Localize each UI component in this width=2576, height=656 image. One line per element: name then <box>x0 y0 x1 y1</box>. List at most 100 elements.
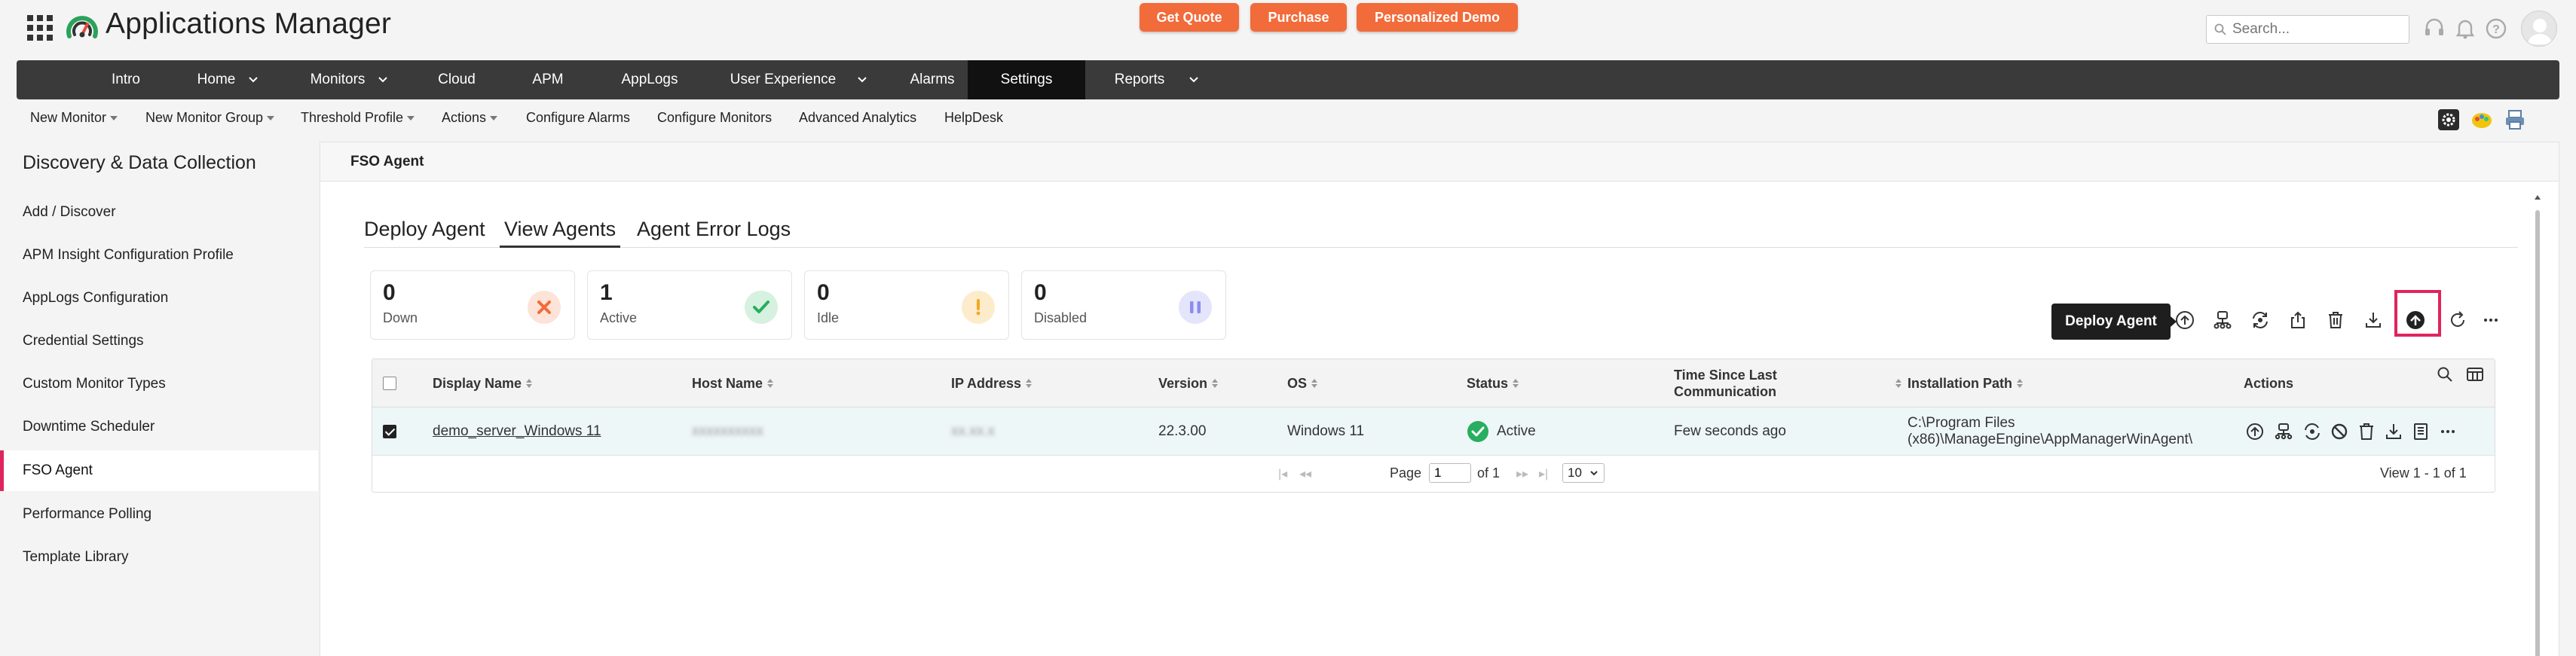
row-more-icon[interactable] <box>2436 420 2460 444</box>
subnav-configure-monitors[interactable]: Configure Monitors <box>657 110 772 126</box>
col-installation-path[interactable]: Installation Path <box>1908 359 2024 407</box>
tab-view-agents[interactable]: View Agents <box>500 218 620 248</box>
nav-apm[interactable]: APM <box>499 60 597 99</box>
col-ip-address[interactable]: IP Address <box>951 359 1033 407</box>
col-time-since-last-communication[interactable]: Time Since Last Communication <box>1674 359 1777 407</box>
table-row[interactable]: demo_server_Windows 11 xxxxxxxxxx xx.xx.… <box>372 407 2495 456</box>
sidebar: Discovery & Data Collection Add / Discov… <box>0 136 318 656</box>
row-upgrade-icon[interactable] <box>2243 420 2267 444</box>
sidebar-item-performance-polling[interactable]: Performance Polling <box>0 494 318 535</box>
path-line: (x86)\ManageEngine\AppManagerWinAgent\ <box>1908 432 2193 447</box>
row-restart-icon[interactable] <box>2300 420 2324 444</box>
page-size-select[interactable]: 10 <box>1562 463 1605 483</box>
col-version[interactable]: Version <box>1158 359 1219 407</box>
settings-gear-icon[interactable] <box>2437 108 2460 131</box>
chevron-down-icon[interactable] <box>1186 72 1201 87</box>
sidebar-item-add-discover[interactable]: Add / Discover <box>0 192 318 233</box>
page-size-value: 10 <box>1568 465 1582 480</box>
col-host-name[interactable]: Host Name <box>692 359 774 407</box>
scroll-up-icon[interactable] <box>2534 194 2541 201</box>
personalized-demo-button[interactable]: Personalized Demo <box>1357 3 1518 32</box>
nav-reports[interactable]: Reports <box>1087 60 1192 99</box>
stat-card-down[interactable]: 0 Down <box>370 270 575 340</box>
get-quote-button[interactable]: Get Quote <box>1140 3 1239 32</box>
column-header-label: IP Address <box>951 375 1022 391</box>
col-status[interactable]: Status <box>1467 359 1519 407</box>
deploy-agent-upload-icon[interactable] <box>2402 307 2429 334</box>
row-checkbox-cell <box>383 407 396 456</box>
sidebar-item-downtime-scheduler[interactable]: Downtime Scheduler <box>0 407 318 447</box>
table-search-icon[interactable] <box>2436 365 2454 383</box>
subnav-helpdesk[interactable]: HelpDesk <box>944 110 1003 126</box>
last-page-icon[interactable]: ▸| <box>1539 466 1548 481</box>
subnav-actions[interactable]: Actions <box>442 110 498 126</box>
select-all-checkbox-cell <box>383 359 396 407</box>
nav-cloud[interactable]: Cloud <box>411 60 502 99</box>
chevron-down-icon[interactable] <box>855 72 870 87</box>
chevron-down-icon[interactable] <box>246 72 261 87</box>
apps-grid-icon[interactable] <box>27 15 53 41</box>
row-disable-icon[interactable] <box>2327 420 2351 444</box>
user-icon <box>2528 19 2552 44</box>
subnav-threshold-profile[interactable]: Threshold Profile <box>301 110 415 126</box>
sub-nav: New Monitor New Monitor Group Threshold … <box>0 102 2576 136</box>
search-input[interactable] <box>2232 21 2398 38</box>
row-checkbox[interactable] <box>383 425 396 438</box>
nav-user-experience[interactable]: User Experience <box>711 60 855 99</box>
upgrade-icon[interactable] <box>2171 307 2198 334</box>
chevron-down-icon[interactable] <box>375 72 390 87</box>
tab-agent-error-logs[interactable]: Agent Error Logs <box>637 218 795 248</box>
sidebar-item-apm-insight[interactable]: APM Insight Configuration Profile <box>0 235 318 276</box>
row-download-icon[interactable] <box>2382 420 2406 444</box>
purchase-button[interactable]: Purchase <box>1250 3 1347 32</box>
refresh-icon[interactable] <box>2444 307 2471 334</box>
sidebar-item-custom-monitor-types[interactable]: Custom Monitor Types <box>0 364 318 404</box>
sort-icon[interactable] <box>1895 379 1901 388</box>
agent-display-name-link[interactable]: demo_server_Windows 11 <box>433 407 601 456</box>
row-deploy-icon[interactable] <box>2272 420 2296 444</box>
trash-icon[interactable] <box>2322 307 2349 334</box>
col-display-name[interactable]: Display Name <box>433 359 533 407</box>
column-chooser-icon[interactable] <box>2466 365 2484 383</box>
nav-monitors[interactable]: Monitors <box>285 60 390 99</box>
deploy-agent-tooltip: Deploy Agent <box>2051 304 2177 340</box>
agent-deploy-icon[interactable] <box>2209 307 2236 334</box>
headset-icon[interactable] <box>2422 17 2446 41</box>
subnav-configure-alarms[interactable]: Configure Alarms <box>526 110 630 126</box>
stat-card-idle[interactable]: 0 Idle <box>804 270 1009 340</box>
stat-count: 0 <box>383 280 396 305</box>
stat-card-active[interactable]: 1 Active <box>587 270 792 340</box>
first-page-icon[interactable]: |◂ <box>1278 466 1287 481</box>
row-logs-icon[interactable] <box>2409 420 2433 444</box>
restart-agent-icon[interactable] <box>2247 307 2274 334</box>
palette-icon[interactable] <box>2470 108 2493 131</box>
nav-applogs[interactable]: AppLogs <box>597 60 702 99</box>
sidebar-item-applogs-config[interactable]: AppLogs Configuration <box>0 278 318 319</box>
sidebar-item-fso-agent[interactable]: FSO Agent <box>0 450 318 491</box>
more-options-icon[interactable] <box>2477 307 2504 334</box>
tab-deploy-agent[interactable]: Deploy Agent <box>364 218 492 248</box>
download-icon[interactable] <box>2360 307 2387 334</box>
prev-page-icon[interactable]: ◂◂ <box>1299 466 1311 481</box>
sidebar-item-template-library[interactable]: Template Library <box>0 537 318 578</box>
sidebar-item-credential-settings[interactable]: Credential Settings <box>0 321 318 362</box>
bell-icon[interactable] <box>2453 17 2477 41</box>
subnav-new-monitor[interactable]: New Monitor <box>30 110 118 126</box>
scrollbar-thumb[interactable] <box>2535 210 2540 656</box>
print-icon[interactable] <box>2504 108 2526 131</box>
user-avatar[interactable] <box>2521 11 2557 47</box>
stat-card-disabled[interactable]: 0 Disabled <box>1021 270 1226 340</box>
col-os[interactable]: OS <box>1287 359 1318 407</box>
nav-alarms[interactable]: Alarms <box>883 60 981 99</box>
share-export-icon[interactable] <box>2284 307 2311 334</box>
row-trash-icon[interactable] <box>2354 420 2379 444</box>
nav-settings[interactable]: Settings <box>968 60 1085 99</box>
help-icon[interactable]: ? <box>2484 17 2508 41</box>
nav-intro[interactable]: Intro <box>69 60 182 99</box>
vertical-scrollbar[interactable] <box>2535 195 2541 656</box>
page-number-input[interactable] <box>1429 463 1471 483</box>
select-all-checkbox[interactable] <box>383 377 396 390</box>
next-page-icon[interactable]: ▸▸ <box>1516 466 1528 481</box>
subnav-advanced-analytics[interactable]: Advanced Analytics <box>799 110 916 126</box>
subnav-new-monitor-group[interactable]: New Monitor Group <box>145 110 275 126</box>
